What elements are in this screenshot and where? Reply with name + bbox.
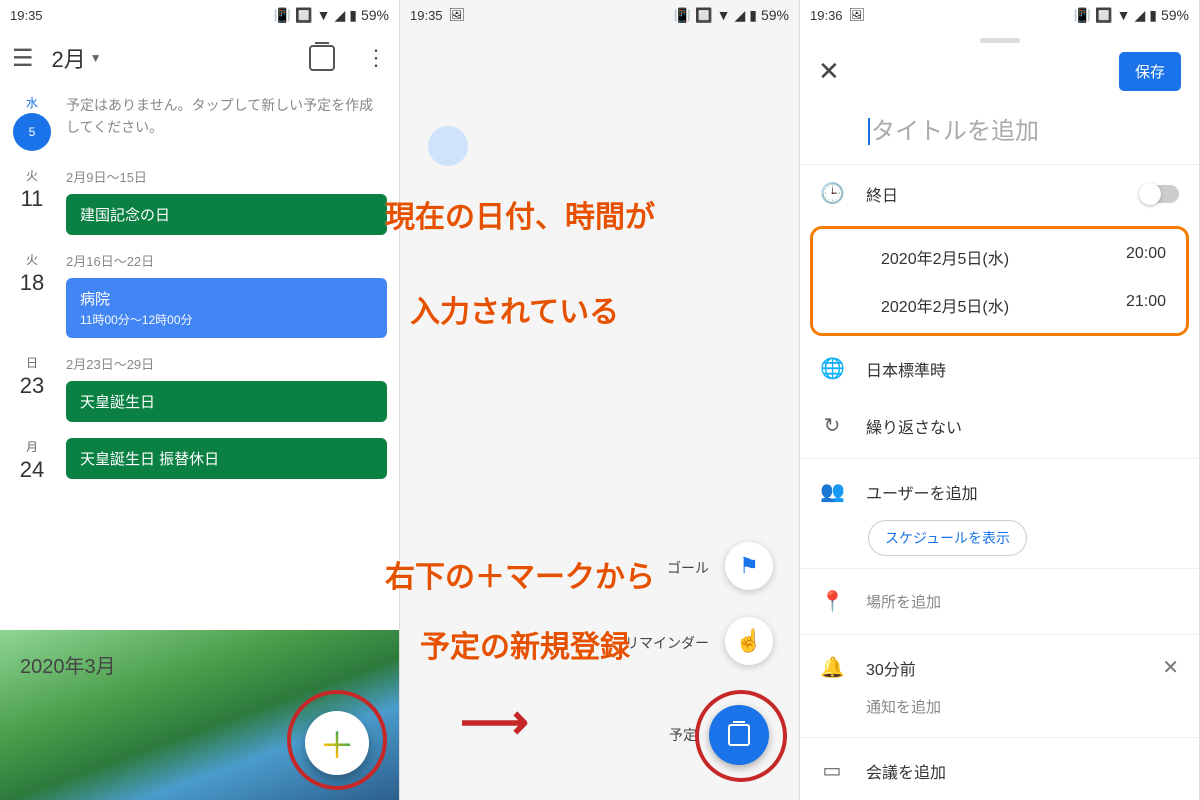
allday-toggle[interactable] [1141, 185, 1179, 203]
status-bar: 19:35🖼 📳🔲▼◢▮59% [400, 0, 799, 30]
remove-icon[interactable]: ✕ [1162, 655, 1179, 680]
week-range: 2月23日～29日 [66, 354, 387, 373]
month-dropdown[interactable]: 2月▼ [52, 42, 102, 74]
meeting-icon: ▭ [820, 758, 844, 783]
more-icon[interactable]: ⋮ [365, 45, 387, 71]
title-input[interactable]: タイトルを追加 [800, 99, 1199, 165]
location-row[interactable]: 📍場所を追加 [800, 573, 1199, 630]
goal-label: ゴール [667, 558, 709, 578]
event-row[interactable]: 月 24 天皇誕生日 振替休日 [0, 430, 399, 491]
annotation-circle [287, 690, 387, 790]
globe-icon: 🌐 [820, 356, 844, 381]
add-notification-row[interactable]: 通知を追加 [800, 696, 1199, 733]
status-icons: 📳🔲▼◢▮59% [274, 7, 389, 24]
goal-fab[interactable]: ⚑ [725, 542, 773, 590]
annotation-arrow: ⟶ [460, 694, 529, 750]
timezone-row[interactable]: 🌐日本標準時 [800, 340, 1199, 397]
save-button[interactable]: 保存 [1119, 52, 1181, 91]
weekday: 火 [12, 251, 52, 268]
notification-row[interactable]: 🔔30分前✕ [800, 639, 1199, 696]
annotation-text: 現在の日付、時間が [385, 195, 655, 240]
pin-icon: 📍 [820, 589, 844, 614]
weekday: 日 [12, 354, 52, 371]
edit-top-bar: ✕ 保存 [800, 43, 1199, 99]
today-row[interactable]: 水 5 予定はありません。タップして新しい予定を作成してください。 [0, 86, 399, 159]
event-label: 予定 [669, 725, 697, 745]
people-icon: 👥 [820, 479, 844, 504]
day-number: 23 [12, 373, 52, 399]
reminder-fab[interactable]: ☝ [725, 617, 773, 665]
close-icon[interactable]: ✕ [818, 56, 840, 87]
event-row[interactable]: 日 23 2月23日～29日 天皇誕生日 [0, 346, 399, 430]
event-row[interactable]: 火 11 2月9日～15日 建国記念の日 [0, 159, 399, 243]
clock: 19:36 [810, 8, 843, 23]
weekday: 火 [12, 167, 52, 184]
week-range: 2月9日～15日 [66, 167, 387, 186]
menu-icon[interactable]: ☰ [12, 44, 34, 73]
touch-icon: ☝ [735, 628, 762, 654]
adduser-row[interactable]: 👥ユーザーを追加 [800, 463, 1199, 520]
annotation-text: 右下の＋マークから [385, 555, 655, 600]
clock-icon: 🕒 [820, 181, 844, 206]
start-datetime[interactable]: 2020年2月5日(水)20:00 [813, 233, 1186, 281]
flag-icon: ⚑ [739, 553, 759, 579]
clock: 19:35 [410, 8, 443, 23]
day-number: 11 [12, 186, 52, 212]
day-number: 24 [12, 457, 52, 483]
app-bar: ☰ 2月▼ ⋮ [0, 30, 399, 86]
repeat-row[interactable]: ↻繰り返さない [800, 397, 1199, 454]
end-datetime[interactable]: 2020年2月5日(水)21:00 [813, 281, 1186, 329]
reminder-label: リマインダー [625, 633, 709, 653]
status-bar: 19:35 📳🔲▼◢▮59% [0, 0, 399, 30]
today-icon[interactable] [309, 45, 335, 71]
allday-row[interactable]: 🕒 終日 [800, 165, 1199, 222]
annotation-text: 予定の新規登録 [420, 625, 630, 670]
annotation-highlight: 2020年2月5日(水)20:00 2020年2月5日(水)21:00 [810, 226, 1189, 336]
event-chip[interactable]: 建国記念の日 [66, 194, 387, 235]
fab-expanded-screen: 19:35🖼 📳🔲▼◢▮59% ⚑ ゴール ☝ リマインダー 予定 ⟶ [400, 0, 800, 800]
bell-icon: 🔔 [820, 655, 844, 680]
view-schedule-button[interactable]: スケジュールを表示 [868, 520, 1027, 556]
annotation-circle [695, 690, 787, 782]
month-title: 2020年3月 [20, 650, 379, 679]
no-events-text: 予定はありません。タップして新しい予定を作成してください。 [66, 94, 387, 151]
clock: 19:35 [10, 8, 43, 23]
calendar-list-screen: 19:35 📳🔲▼◢▮59% ☰ 2月▼ ⋮ 水 5 予定はありません。タップし… [0, 0, 400, 800]
event-edit-screen: 19:36🖼 📳🔲▼◢▮59% ✕ 保存 タイトルを追加 🕒 終日 2020年2… [800, 0, 1200, 800]
repeat-icon: ↻ [820, 413, 844, 438]
today-badge: 5 [13, 113, 51, 151]
dimmed-today-badge [428, 126, 468, 166]
event-chip[interactable]: 天皇誕生日 振替休日 [66, 438, 387, 479]
annotation-text: 入力されている [410, 290, 619, 335]
day-number: 18 [12, 270, 52, 296]
event-chip[interactable]: 天皇誕生日 [66, 381, 387, 422]
week-range: 2月16日～22日 [66, 251, 387, 270]
event-row[interactable]: 火 18 2月16日～22日 病院11時00分～12時00分 [0, 243, 399, 346]
meeting-row[interactable]: ▭会議を追加 [800, 742, 1199, 799]
event-chip[interactable]: 病院11時00分～12時00分 [66, 278, 387, 338]
weekday: 水 [12, 94, 52, 111]
status-bar: 19:36🖼 📳🔲▼◢▮59% [800, 0, 1199, 30]
weekday: 月 [12, 438, 52, 455]
